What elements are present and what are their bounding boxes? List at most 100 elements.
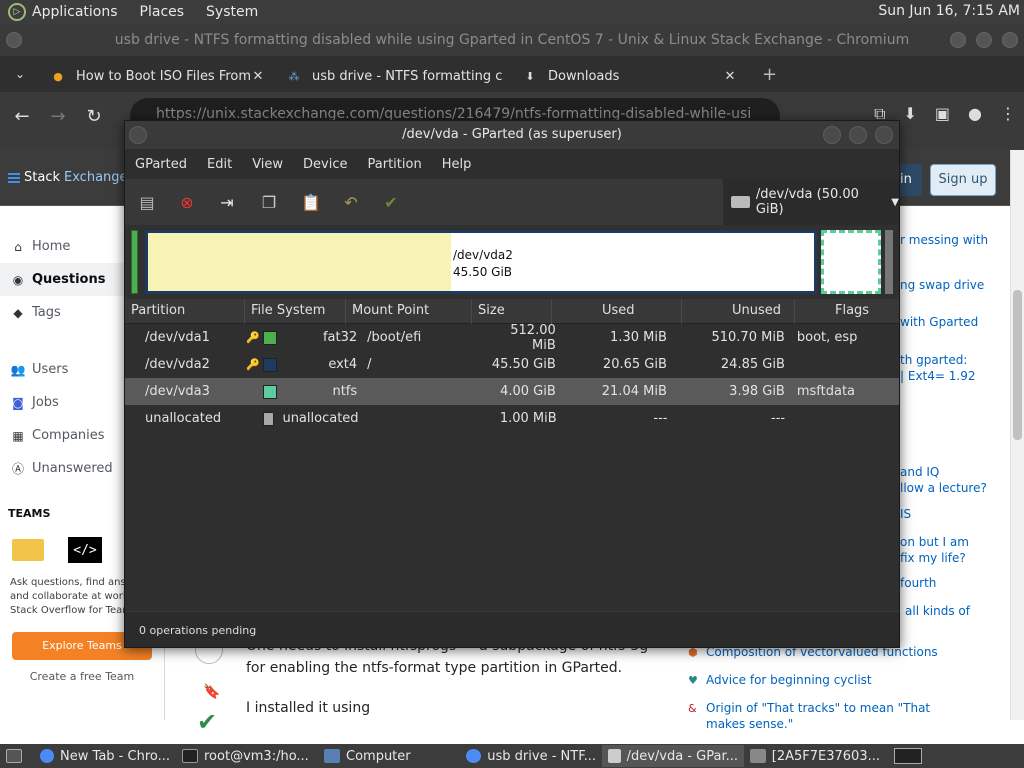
paste-icon[interactable]: 📋 [299,190,323,214]
tab-usb-drive[interactable]: ⁂ usb drive - NTFS formatting c [276,60,512,92]
taskbar-item[interactable]: usb drive - NTF... [460,745,602,767]
menu-partition[interactable]: Partition [368,157,422,172]
apply-icon[interactable]: ✔ [379,190,403,214]
taskbar-item[interactable]: root@vm3:/ho... [176,745,318,767]
system-menu[interactable]: System [206,4,258,20]
partition-block-vda3[interactable] [821,230,881,294]
close-button[interactable] [875,126,893,144]
maximize-button[interactable] [849,126,867,144]
column-partition[interactable]: Partition [125,298,245,324]
hot-link[interactable]: fix my life? [900,550,966,566]
tab-close-icon[interactable]: ✕ [722,69,738,84]
window-icon [750,749,766,763]
resize-move-icon[interactable]: ⇥ [215,190,239,214]
taskbar-item-label: /dev/vda - GPar... [626,748,738,764]
nav-tags-label: Tags [32,305,61,320]
download-icon[interactable]: ⬇ [904,104,917,124]
menu-icon[interactable]: ⋮ [1000,104,1016,124]
related-link[interactable]: ng swap drive [900,277,984,293]
stackexchange-logo[interactable]: Stack Exchange [8,170,128,185]
gparted-titlebar: /dev/vda - GParted (as superuser) [125,121,899,149]
related-link[interactable]: with Gparted [900,314,978,330]
hot-link[interactable]: and IQ [900,464,939,480]
partition-block-unallocated[interactable] [885,230,893,294]
column-unused[interactable]: Unused [682,298,795,324]
applications-menu-icon[interactable]: ▷ [8,3,26,21]
menu-gparted[interactable]: GParted [135,157,187,172]
side-panel-icon[interactable]: ▣ [935,104,950,124]
tab-close-icon[interactable]: ✕ [250,69,266,84]
taskbar-item-active[interactable]: /dev/vda - GPar... [602,745,744,767]
new-partition-icon[interactable]: ▤ [135,190,159,214]
gparted-window: /dev/vda - GParted (as superuser) GParte… [124,120,900,648]
tab-search-icon[interactable]: ⌄ [0,67,40,81]
hot-link[interactable]: all kinds of [905,603,970,619]
related-link[interactable]: r messing with [900,232,988,248]
briefcase-icon: ◙ [12,395,24,410]
forward-icon[interactable]: → [40,106,76,127]
undo-icon[interactable]: ↶ [339,190,363,214]
window-menu-button[interactable] [6,32,22,48]
column-used[interactable]: Used [552,298,682,324]
menu-view[interactable]: View [252,157,283,172]
partition-row[interactable]: /dev/vda2 🔑 ext4 / 45.50 GiB 20.65 GiB 2… [125,351,899,378]
partition-block-vda1[interactable] [131,230,138,294]
fs-color-swatch [262,384,277,399]
signup-button[interactable]: Sign up [930,164,996,196]
delete-partition-icon[interactable]: ⊗ [175,190,199,214]
hot-question-link[interactable]: & Origin of "That tracks" to mean "That m… [688,700,966,732]
column-size[interactable]: Size [472,298,552,324]
clock[interactable]: Sun Jun 16, 7:15 AM [878,3,1020,19]
related-link[interactable]: | Ext4= 1.92 [900,368,975,384]
column-file-system[interactable]: File System [245,298,346,324]
partition-row[interactable]: unallocated unallocated 1.00 MiB --- --- [125,405,899,432]
reload-icon[interactable]: ↻ [76,106,112,127]
tab-boot-iso[interactable]: ● How to Boot ISO Files From G ✕ [40,60,276,92]
unused: 3.98 GiB [729,384,785,399]
partition-block-vda2[interactable]: /dev/vda2 45.50 GiB [145,230,817,294]
page-scrollbar[interactable] [1010,150,1024,720]
bookmark-icon[interactable]: 🔖 [203,684,220,700]
operations-status: 0 operations pending [125,611,899,647]
device-selector[interactable]: /dev/vda (50.00 GiB) ▼ [723,179,899,225]
workspace-switcher[interactable] [894,748,922,764]
tab-downloads[interactable]: ⬇ Downloads ✕ [512,60,748,92]
partition-row-selected[interactable]: /dev/vda3 ntfs 4.00 GiB 21.04 MiB 3.98 G… [125,378,899,405]
create-team-link[interactable]: Create a free Team [0,670,164,683]
hot-question-link[interactable]: ♥ Advice for beginning cyclist [688,672,966,688]
size: 1.00 MiB [499,411,557,426]
hot-link[interactable]: on but I am [900,534,969,550]
tab-title: How to Boot ISO Files From G [76,68,250,84]
applications-menu[interactable]: Applications [32,4,118,20]
home-icon: ⌂ [14,239,22,254]
taskbar-item[interactable]: Computer [318,745,460,767]
partition-row[interactable]: /dev/vda1 🔑 fat32 /boot/efi 512.00 MiB 1… [125,323,899,353]
taskbar-item[interactable]: [2A5F7E37603... [744,745,886,767]
places-menu[interactable]: Places [140,4,185,20]
window-menu-button[interactable] [129,126,147,144]
column-flags[interactable]: Flags [795,299,899,324]
copy-icon[interactable]: ❐ [257,190,281,214]
menu-device[interactable]: Device [303,157,347,172]
scrollbar-thumb[interactable] [1013,290,1022,440]
minimize-button[interactable] [823,126,841,144]
show-desktop-button[interactable] [0,745,34,767]
menu-help[interactable]: Help [442,157,472,172]
back-icon[interactable]: ← [4,106,40,127]
column-mount-point[interactable]: Mount Point [346,298,472,324]
hot-link[interactable]: fourth [900,575,936,591]
new-tab-icon[interactable]: + [762,64,777,85]
gparted-icon [608,749,621,763]
taskbar-item[interactable]: New Tab - Chro... [34,745,176,767]
profile-icon[interactable]: ● [968,104,982,124]
menu-edit[interactable]: Edit [207,157,232,172]
hot-link[interactable]: IS [900,506,911,522]
related-link[interactable]: th gparted: [900,352,967,368]
taskbar-item-label: usb drive - NTF... [487,748,596,764]
unused: --- [771,411,786,426]
minimize-button[interactable] [950,32,966,48]
maximize-button[interactable] [976,32,992,48]
close-button[interactable] [1002,32,1018,48]
gparted-window-title: /dev/vda - GParted (as superuser) [402,127,622,142]
hot-link[interactable]: llow a lecture? [900,480,987,496]
